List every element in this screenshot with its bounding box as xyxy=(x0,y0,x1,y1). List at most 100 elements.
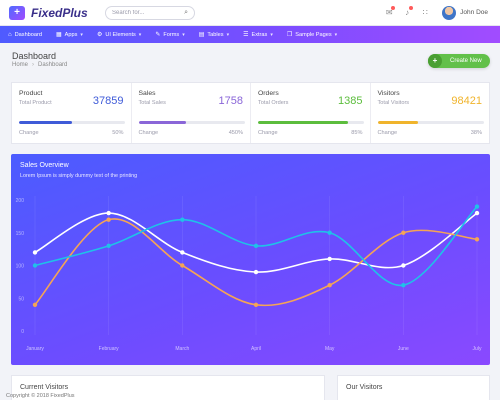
y-tick-label: 0 xyxy=(21,329,24,335)
plus-icon: + xyxy=(428,54,442,68)
our-visitors-title: Our Visitors xyxy=(346,384,383,391)
nav-item-tables[interactable]: ▤ Tables ▾ xyxy=(198,31,230,39)
stat-value: 1758 xyxy=(218,95,243,107)
mail-icon[interactable]: ✉ xyxy=(382,6,396,17)
logo[interactable]: + FixedPlus xyxy=(9,5,105,20)
data-point xyxy=(253,302,259,307)
bell-badge xyxy=(409,6,414,10)
nav-label: UI Elements xyxy=(105,31,136,38)
stat-card-product: Product Total Product 37859 Change 50% xyxy=(12,83,132,143)
chevron-right-icon: › xyxy=(32,62,35,68)
stat-title: Sales xyxy=(138,90,156,97)
data-point xyxy=(253,269,259,275)
nav-item-dashboard[interactable]: ⌂ Dashboard xyxy=(8,32,42,38)
search-input[interactable] xyxy=(112,9,182,16)
top-right-area: ✉ ♪ ∷ John Doe xyxy=(378,5,488,20)
chevron-down-icon: ▾ xyxy=(334,31,338,38)
data-point xyxy=(327,230,332,235)
x-tick-label: January xyxy=(26,346,44,352)
y-tick-label: 150 xyxy=(16,231,25,237)
data-point xyxy=(32,263,38,268)
data-point xyxy=(106,217,111,222)
stat-card-sales: Sales Total Sales 1758 Change 450% xyxy=(132,83,251,143)
data-point xyxy=(180,250,185,255)
y-tick-label: 200 xyxy=(16,198,25,204)
nav-icon: ▦ xyxy=(56,32,62,38)
data-point xyxy=(401,230,406,235)
data-point xyxy=(401,282,406,288)
top-bar: + FixedPlus ⌕ ✉ ♪ ∷ John Doe xyxy=(0,0,500,26)
app-name: FixedPlus xyxy=(31,5,88,20)
data-point xyxy=(180,263,185,268)
stat-change-value: 85% xyxy=(351,130,363,136)
stat-progress-fill xyxy=(377,121,418,124)
breadcrumb: Home › Dashboard xyxy=(12,62,67,68)
nav-icon: ⌂ xyxy=(8,31,12,38)
data-point xyxy=(32,250,38,255)
data-point xyxy=(32,302,38,307)
stat-subtitle: Total Sales xyxy=(138,100,166,106)
stat-change-value: 38% xyxy=(470,130,482,136)
sales-title: Sales Overview xyxy=(20,162,69,169)
breadcrumb-home[interactable]: Home xyxy=(12,62,28,68)
nav-label: Dashboard xyxy=(14,31,42,38)
chevron-down-icon: ▾ xyxy=(80,31,83,38)
search-icon[interactable]: ⌕ xyxy=(184,9,188,17)
stat-change-label: Change xyxy=(19,130,39,136)
nav-label: Forms xyxy=(163,31,180,38)
user-name[interactable]: John Doe xyxy=(460,9,488,16)
stat-subtitle: Total Orders xyxy=(258,100,289,106)
mail-badge xyxy=(391,6,396,10)
create-new-button[interactable]: + Create New xyxy=(428,54,490,68)
page-title: Dashboard xyxy=(12,51,57,61)
nav-item-forms[interactable]: ✎ Forms ▾ xyxy=(155,31,184,39)
sales-subtitle: Lorem Ipsum is simply dummy text of the … xyxy=(20,173,138,179)
chevron-down-icon: ▾ xyxy=(226,31,230,38)
x-tick-label: February xyxy=(99,346,120,352)
data-point xyxy=(106,210,111,216)
stat-change-value: 450% xyxy=(228,130,243,136)
nav-icon: ☰ xyxy=(243,32,249,38)
grid-icon[interactable]: ∷ xyxy=(418,8,432,17)
stat-progress-track xyxy=(138,121,245,124)
x-tick-label: April xyxy=(251,346,261,352)
nav-icon: ✎ xyxy=(155,32,161,38)
x-tick-label: March xyxy=(175,346,189,352)
sales-line-chart: 0 50 100 150 200 January February March April May… xyxy=(16,196,482,352)
stat-subtitle: Total Product xyxy=(19,100,52,106)
stat-value: 98421 xyxy=(451,95,482,107)
logo-mark: + xyxy=(9,5,25,20)
stat-value: 37859 xyxy=(92,95,124,107)
stat-progress-fill xyxy=(138,121,187,124)
stats-row: Product Total Product 37859 Change 50% S… xyxy=(11,82,490,144)
stat-progress-fill xyxy=(258,121,349,124)
data-point xyxy=(253,243,259,249)
nav-item-extras[interactable]: ☰ Extras ▾ xyxy=(243,31,273,39)
create-new-label: Create New xyxy=(450,58,482,64)
nav-item-ui-elements[interactable]: ⚙ UI Elements ▾ xyxy=(96,31,142,39)
avatar[interactable] xyxy=(442,5,457,20)
data-point xyxy=(401,263,406,268)
nav-item-sample-pages[interactable]: ❐ Sample Pages ▾ xyxy=(286,31,338,39)
sales-overview-card: 0 50 100 150 200 January February March April May… xyxy=(11,154,490,365)
search-box[interactable]: ⌕ xyxy=(105,5,195,20)
nav-label: Extras xyxy=(251,31,268,38)
data-point xyxy=(474,204,480,209)
data-point xyxy=(106,243,111,249)
nav-icon: ❐ xyxy=(286,32,293,38)
stat-subtitle: Total Visitors xyxy=(377,100,410,106)
stat-change-label: Change xyxy=(138,130,159,136)
bell-icon[interactable]: ♪ xyxy=(400,6,414,17)
stat-card-orders: Orders Total Orders 1385 Change 85% xyxy=(251,83,371,143)
main-nav: ⌂ Dashboard ▦ Apps ▾ ⚙ UI Elements ▾ ✎ Forms ▾ ▤ Tab… xyxy=(0,26,500,43)
chevron-down-icon: ▾ xyxy=(138,31,142,38)
breadcrumb-current: Dashboard xyxy=(38,62,68,68)
data-point xyxy=(180,217,185,222)
nav-item-apps[interactable]: ▦ Apps ▾ xyxy=(56,31,83,39)
stat-change-label: Change xyxy=(258,130,278,136)
nav-icon: ▤ xyxy=(198,32,205,38)
data-point xyxy=(474,237,480,242)
stat-title: Visitors xyxy=(377,90,400,97)
current-visitors-title: Current Visitors xyxy=(20,384,69,391)
nav-icon: ⚙ xyxy=(96,32,103,38)
